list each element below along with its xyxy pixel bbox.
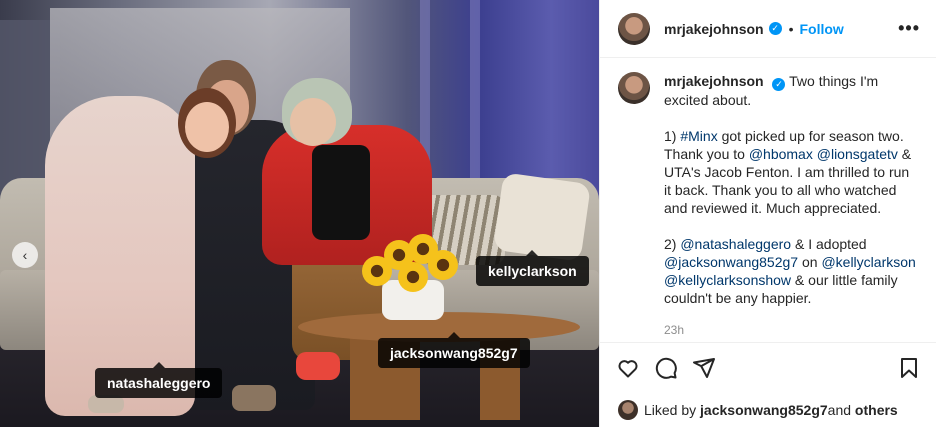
mention-lionsgatetv[interactable]: @lionsgatetv [817,146,898,162]
sunflowers [362,234,462,294]
mention-hbomax[interactable]: @hbomax [749,146,813,162]
caption-username[interactable]: mrjakejohnson [664,73,764,89]
verified-badge-icon: ✓ [772,78,786,91]
mention-natashaleggero[interactable]: @natashaleggero [680,236,791,252]
share-button[interactable] [692,356,716,380]
carousel-prev-button[interactable]: ‹ [12,242,38,268]
share-icon [693,357,715,378]
comment-icon [655,357,677,379]
liker-avatar[interactable] [618,400,638,420]
heart-icon [618,359,638,377]
caption: mrjakejohnson ✓ Two things I'm excited a… [600,58,936,341]
chevron-left-icon: ‹ [22,247,28,263]
mention-kellyclarkson[interactable]: @kellyclarkson [821,254,915,270]
post-sidebar: mrjakejohnson ✓ • Follow ••• mrjakejohns… [599,0,936,427]
post-timestamp[interactable]: 23h [664,321,920,339]
post-header: mrjakejohnson ✓ • Follow ••• [600,0,936,58]
bookmark-icon [901,357,917,378]
avatar[interactable] [618,12,650,45]
user-tag-kellyclarkson[interactable]: kellyclarkson [476,250,589,286]
likes-summary: Liked by jacksonwang852g7 and others [600,397,936,423]
mention-kellyclarksonshow[interactable]: @kellyclarksonshow [664,272,791,288]
user-tag-jacksonwang852g7[interactable]: jacksonwang852g7 [378,332,530,368]
separator-dot: • [788,20,794,37]
mention-jacksonwang852g7[interactable]: @jacksonwang852g7 [664,254,798,270]
verified-badge-icon: ✓ [768,22,782,35]
follow-button[interactable]: Follow [800,21,844,37]
author-username[interactable]: mrjakejohnson [664,21,764,37]
likes-others-link[interactable]: others [855,402,898,418]
comment-button[interactable] [654,356,678,380]
user-tag-natashaleggero[interactable]: natashaleggero [95,362,223,398]
post-photo[interactable]: kellyclarkson jacksonwang852g7 natashale… [0,0,599,427]
liker-username[interactable]: jacksonwang852g7 [700,402,828,418]
save-button[interactable] [897,356,921,380]
caption-text: mrjakejohnson ✓ Two things I'm excited a… [664,72,920,341]
caption-avatar[interactable] [618,72,650,104]
hashtag-minx[interactable]: #Minx [680,128,717,144]
like-button[interactable] [616,356,640,380]
post-actions [600,342,936,392]
more-options-icon[interactable]: ••• [898,18,920,39]
